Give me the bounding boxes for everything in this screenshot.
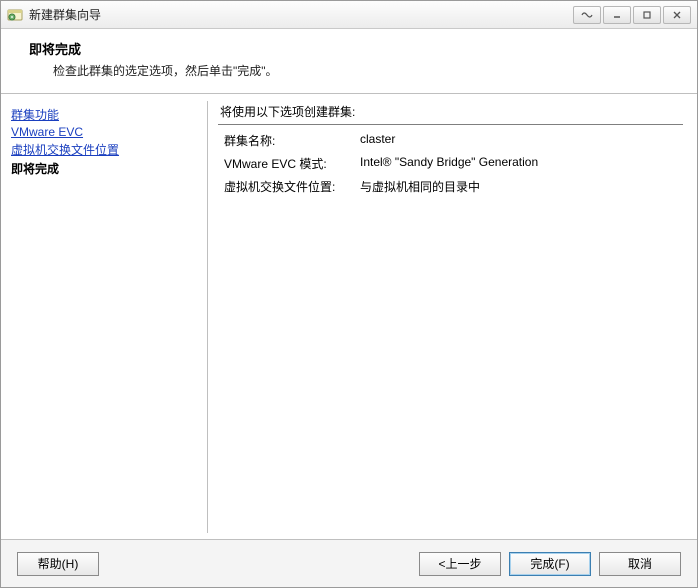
help-window-button[interactable] (573, 6, 601, 24)
summary-key: 虚拟机交换文件位置: (220, 178, 360, 195)
sidebar-item-cluster-features[interactable]: 群集功能 (11, 108, 59, 122)
sidebar-item-ready-to-complete: 即将完成 (11, 162, 59, 176)
back-button[interactable]: <上一步 (419, 552, 501, 576)
titlebar: 新建群集向导 (1, 1, 697, 29)
help-button[interactable]: 帮助(H) (17, 552, 99, 576)
summary-table: 群集名称: claster VMware EVC 模式: Intel® "San… (218, 127, 683, 531)
summary-row-swapfile: 虚拟机交换文件位置: 与虚拟机相同的目录中 (220, 175, 681, 198)
content-heading-rule (218, 124, 683, 125)
wizard-body: 群集功能 VMware EVC 虚拟机交换文件位置 即将完成 将使用以下选项创建… (1, 94, 697, 539)
wizard-steps-sidebar: 群集功能 VMware EVC 虚拟机交换文件位置 即将完成 (1, 95, 207, 539)
summary-value: claster (360, 132, 681, 149)
wizard-footer: 帮助(H) <上一步 完成(F) 取消 (1, 539, 697, 587)
summary-key: VMware EVC 模式: (220, 155, 360, 172)
summary-row-evc-mode: VMware EVC 模式: Intel® "Sandy Bridge" Gen… (220, 152, 681, 175)
minimize-button[interactable] (603, 6, 631, 24)
sidebar-item-swapfile-location[interactable]: 虚拟机交换文件位置 (11, 143, 119, 157)
finish-button[interactable]: 完成(F) (509, 552, 591, 576)
summary-row-cluster-name: 群集名称: claster (220, 129, 681, 152)
page-title: 即将完成 (29, 39, 677, 58)
content-heading: 将使用以下选项创建群集: (218, 103, 683, 124)
maximize-button[interactable] (633, 6, 661, 24)
summary-key: 群集名称: (220, 132, 360, 149)
wizard-window: 新建群集向导 即将完成 检查此群集的选定选项，然后单击"完成"。 群集功能 VM… (0, 0, 698, 588)
summary-value: Intel® "Sandy Bridge" Generation (360, 155, 681, 172)
content-area: 将使用以下选项创建群集: 群集名称: claster VMware EVC 模式… (208, 95, 697, 539)
cancel-button[interactable]: 取消 (599, 552, 681, 576)
app-icon (7, 7, 23, 23)
page-subtitle: 检查此群集的选定选项，然后单击"完成"。 (29, 62, 677, 79)
close-button[interactable] (663, 6, 691, 24)
window-title: 新建群集向导 (29, 6, 573, 23)
window-controls (573, 6, 691, 24)
sidebar-item-vmware-evc[interactable]: VMware EVC (11, 125, 83, 139)
wizard-header: 即将完成 检查此群集的选定选项，然后单击"完成"。 (1, 29, 697, 94)
summary-value: 与虚拟机相同的目录中 (360, 178, 681, 195)
